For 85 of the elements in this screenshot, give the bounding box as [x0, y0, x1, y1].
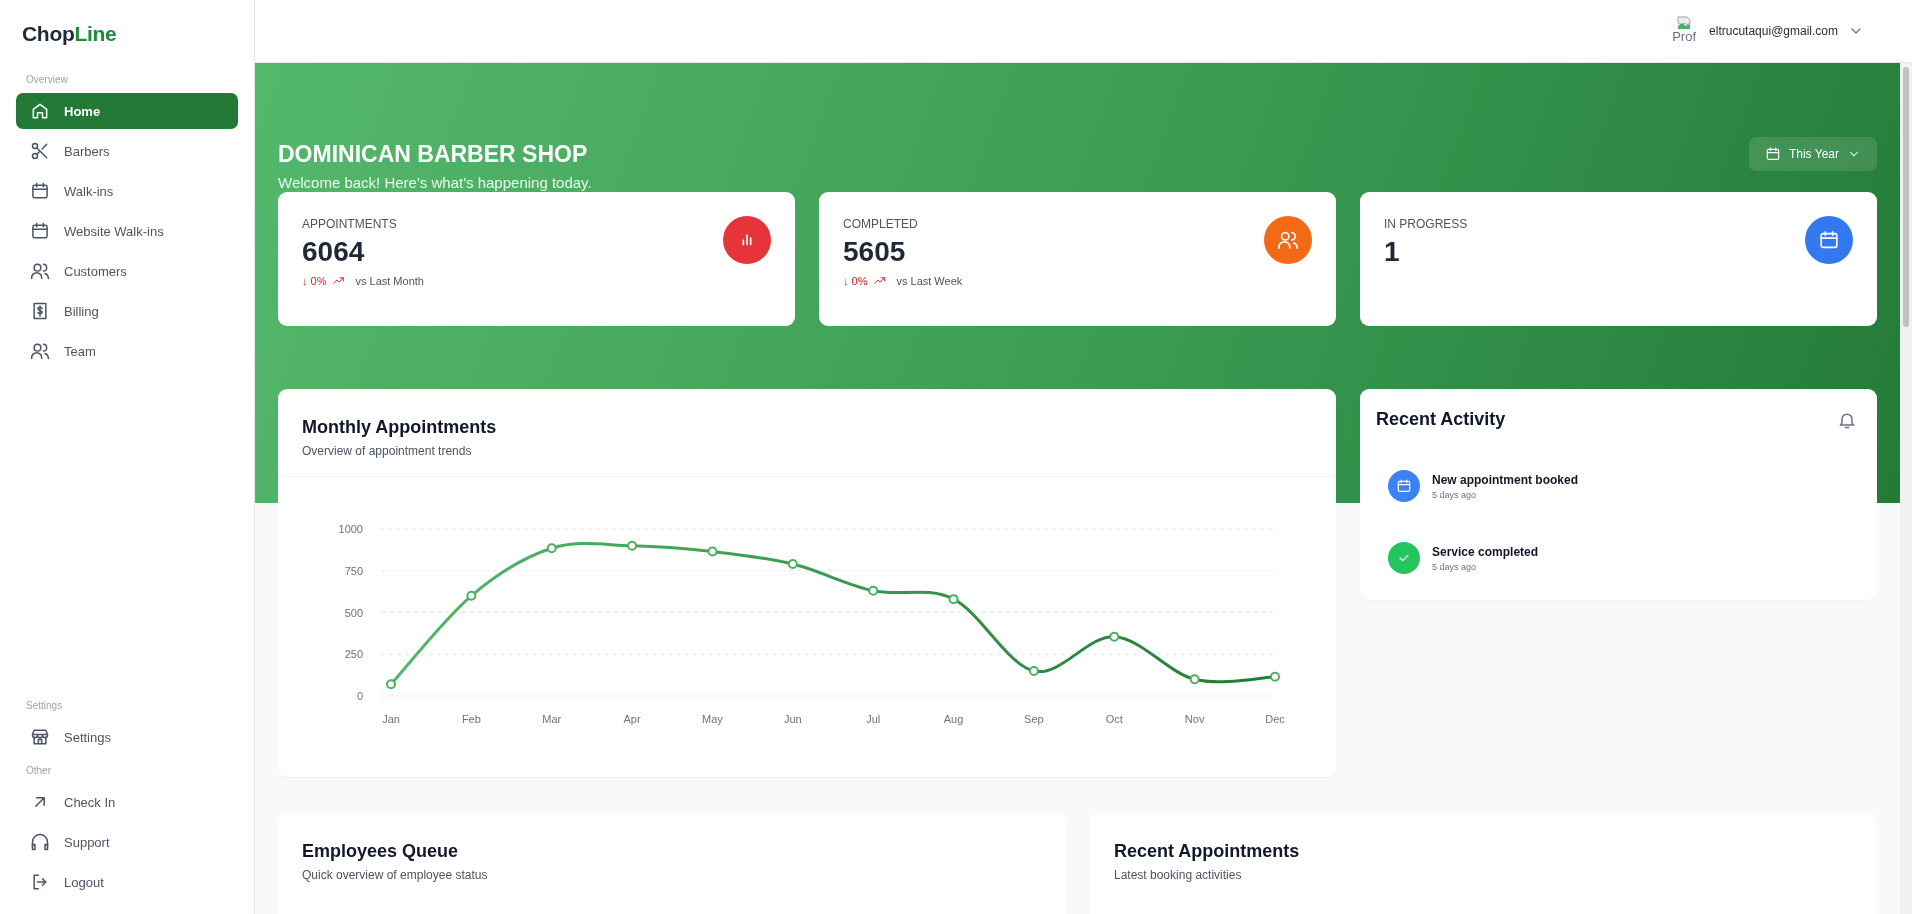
- data-point: [546, 543, 557, 554]
- sidebar-item[interactable]: Barbers: [16, 133, 238, 169]
- sidebar-item[interactable]: Team: [16, 333, 238, 369]
- card-title: Employees Queue: [302, 841, 459, 862]
- axis-label: Mar: [542, 713, 562, 725]
- axis-label: Jul: [866, 713, 881, 725]
- stat-value: 1: [1384, 236, 1400, 268]
- data-point: [1028, 665, 1039, 676]
- welcome-text: Welcome back! Here's what's happening today.: [278, 174, 592, 191]
- stat-value: 6064: [302, 236, 365, 268]
- sidebar-item[interactable]: Website Walk-ins: [16, 213, 238, 249]
- sidebar-item[interactable]: Customers: [16, 253, 238, 289]
- calendar-icon: [1764, 146, 1781, 162]
- data-point: [1189, 674, 1200, 685]
- activity-title: New appointment booked: [1432, 472, 1578, 487]
- card-title: Recent Appointments: [1114, 841, 1300, 862]
- sidebar-item[interactable]: Settings: [16, 719, 238, 755]
- home-icon: [30, 101, 50, 121]
- comparison-text: vs Last Month: [355, 274, 424, 287]
- data-point: [868, 585, 879, 596]
- sidebar-item[interactable]: Billing: [16, 293, 238, 329]
- scissors-icon: [30, 141, 50, 161]
- axis-label: Jan: [382, 713, 400, 725]
- activity-time: 5 days ago: [1432, 489, 1477, 500]
- data-point: [787, 559, 798, 570]
- activity-title: Service completed: [1432, 544, 1539, 559]
- change-text: ↓ 0%: [843, 274, 868, 287]
- section-label: Overview: [26, 74, 68, 85]
- axis-label: 750: [344, 564, 363, 577]
- card-subtitle: Quick overview of employee status: [302, 868, 488, 882]
- trend-icon: [873, 274, 887, 287]
- calendar-icon: [1396, 478, 1412, 494]
- trend-icon: [332, 274, 346, 287]
- users-icon: [1277, 229, 1299, 251]
- card-subtitle: Latest booking activities: [1114, 868, 1242, 882]
- user-email[interactable]: eltrucutaqui@gmail.com: [1709, 24, 1838, 38]
- app-logo[interactable]: ChopLine: [22, 22, 117, 46]
- section-label: Settings: [26, 700, 63, 711]
- sidebar-item[interactable]: Support: [16, 824, 238, 860]
- axis-label: Apr: [623, 713, 641, 725]
- headphones-icon: [30, 832, 50, 852]
- axis-label: Dec: [1265, 713, 1285, 725]
- axis-label: 500: [344, 606, 363, 619]
- receipt-icon: [30, 301, 50, 321]
- comparison-text: vs Last Week: [896, 274, 963, 287]
- card-title: Monthly Appointments: [302, 417, 497, 438]
- axis-label: Oct: [1105, 713, 1123, 725]
- stat-label: APPOINTMENTS: [302, 217, 397, 231]
- data-point: [1270, 671, 1280, 682]
- section-label: Other: [26, 765, 51, 776]
- sidebar-item[interactable]: Logout: [16, 864, 238, 900]
- activity-time: 5 days ago: [1432, 561, 1477, 572]
- data-point: [948, 594, 959, 605]
- axis-label: 1000: [338, 523, 363, 535]
- data-point: [707, 546, 718, 557]
- store-icon: [30, 727, 50, 747]
- data-point: [466, 590, 477, 601]
- sidebar-item[interactable]: Check In: [16, 784, 238, 820]
- data-point: [1109, 631, 1120, 642]
- card-title: Recent Activity: [1376, 409, 1506, 430]
- card-subtitle: Overview of appointment trends: [302, 444, 472, 458]
- sidebar-item[interactable]: Walk-ins: [16, 173, 238, 209]
- data-point: [386, 679, 396, 690]
- calendar-icon: [1818, 229, 1840, 251]
- calendar-icon: [30, 221, 50, 241]
- calendar-icon: [30, 181, 50, 201]
- sidebar-item[interactable]: Home: [16, 93, 238, 129]
- stat-value: 5605: [843, 236, 906, 268]
- axis-label: May: [702, 713, 723, 725]
- change-text: ↓ 0%: [302, 274, 327, 287]
- data-point: [627, 540, 638, 551]
- users-icon: [30, 341, 50, 361]
- users-icon: [30, 261, 50, 281]
- period-dropdown[interactable]: This Year: [1748, 137, 1877, 171]
- axis-label: 0: [356, 690, 363, 702]
- scrollbar[interactable]: [1900, 63, 1912, 914]
- shop-title: DOMINICAN BARBER SHOP: [278, 141, 589, 168]
- axis-label: Feb: [461, 713, 481, 725]
- axis-label: Jun: [783, 713, 802, 725]
- axis-label: 250: [344, 648, 363, 661]
- axis-label: Aug: [943, 713, 964, 725]
- axis-label: Sep: [1024, 713, 1044, 725]
- stat-label: COMPLETED: [843, 217, 918, 231]
- axis-label: Nov: [1184, 713, 1205, 725]
- stat-label: IN PROGRESS: [1384, 217, 1468, 231]
